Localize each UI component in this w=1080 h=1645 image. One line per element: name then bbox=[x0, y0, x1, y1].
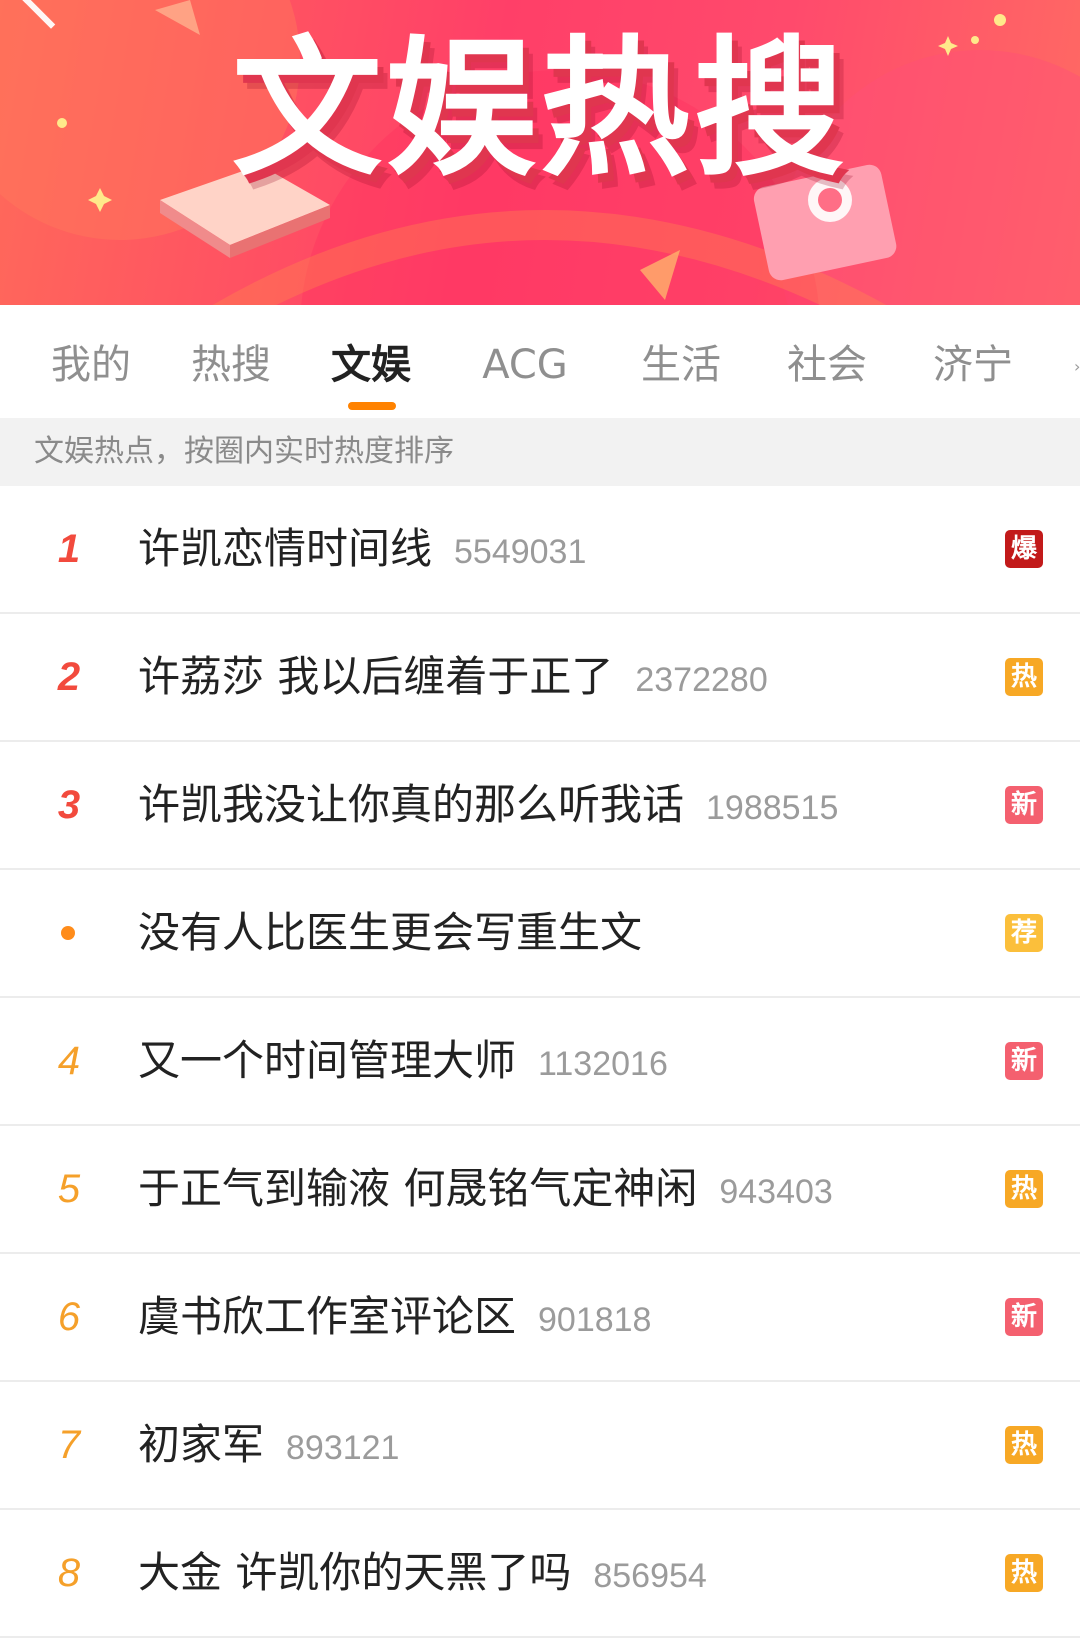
chevron-right-icon[interactable]: › bbox=[1074, 357, 1080, 376]
list-item[interactable]: 3 许凯我没让你真的那么听我话 1988515 新 bbox=[0, 742, 1080, 870]
item-heat-count: 856954 bbox=[593, 1557, 707, 1595]
rank-number: 3 bbox=[57, 783, 81, 827]
promoted-dot-icon bbox=[61, 926, 75, 940]
status-badge: 爆 bbox=[1005, 530, 1043, 568]
item-title[interactable]: 许凯恋情时间线 bbox=[138, 524, 432, 573]
rank-number: 7 bbox=[57, 1423, 81, 1467]
status-badge: 新 bbox=[1005, 786, 1043, 824]
item-heat-count: 943403 bbox=[719, 1173, 833, 1211]
rank-number: 5 bbox=[57, 1167, 81, 1211]
hot-search-list: 1 许凯恋情时间线 5549031 爆 2 许荔莎 我以后缠着于正了 2372280… bbox=[0, 486, 1080, 1638]
list-item[interactable]: 4 又一个时间管理大师 1132016 新 bbox=[0, 998, 1080, 1126]
item-title[interactable]: 初家军 bbox=[138, 1420, 264, 1469]
item-heat-count: 5549031 bbox=[454, 533, 587, 571]
rank-number: 6 bbox=[57, 1295, 81, 1339]
tab-life[interactable]: 生活 bbox=[640, 335, 722, 395]
item-title[interactable]: 大金 许凯你的天黑了吗 bbox=[138, 1548, 571, 1597]
tab-entertainment[interactable]: 文娱 bbox=[330, 335, 412, 395]
list-description: 文娱热点，按圈内实时热度排序 bbox=[0, 418, 1080, 486]
status-badge: 荐 bbox=[1005, 914, 1043, 952]
tab-mine[interactable]: 我的 bbox=[50, 335, 132, 395]
rank-number: 2 bbox=[57, 655, 81, 699]
rank-number: 4 bbox=[57, 1039, 81, 1083]
tab-hot-search[interactable]: 热搜 bbox=[190, 335, 272, 395]
status-badge: 新 bbox=[1005, 1298, 1043, 1336]
rank-number: 1 bbox=[57, 527, 81, 571]
item-title[interactable]: 没有人比医生更会写重生文 bbox=[138, 908, 642, 957]
status-badge: 热 bbox=[1005, 658, 1043, 696]
item-heat-count: 893121 bbox=[286, 1429, 400, 1467]
list-item[interactable]: 7 初家军 893121 热 bbox=[0, 1382, 1080, 1510]
list-item[interactable]: 6 虞书欣工作室评论区 901818 新 bbox=[0, 1254, 1080, 1382]
item-heat-count: 1988515 bbox=[706, 789, 839, 827]
list-item[interactable]: 5 于正气到输液 何晟铭气定神闲 943403 热 bbox=[0, 1126, 1080, 1254]
list-item[interactable]: 1 许凯恋情时间线 5549031 爆 bbox=[0, 486, 1080, 614]
item-title[interactable]: 于正气到输液 何晟铭气定神闲 bbox=[138, 1164, 697, 1213]
item-title[interactable]: 许凯我没让你真的那么听我话 bbox=[138, 780, 684, 829]
active-tab-indicator bbox=[348, 402, 396, 410]
status-badge: 热 bbox=[1005, 1426, 1043, 1464]
banner: 文娱热搜 bbox=[0, 0, 1080, 305]
tab-society[interactable]: 社会 bbox=[786, 335, 868, 395]
list-item[interactable]: 没有人比医生更会写重生文 荐 bbox=[0, 870, 1080, 998]
tab-acg[interactable]: ACG bbox=[470, 335, 580, 395]
item-heat-count: 901818 bbox=[538, 1301, 652, 1339]
list-item[interactable]: 8 大金 许凯你的天黑了吗 856954 热 bbox=[0, 1510, 1080, 1638]
item-heat-count: 1132016 bbox=[538, 1045, 668, 1083]
status-badge: 热 bbox=[1005, 1170, 1043, 1208]
item-heat-count: 2372280 bbox=[635, 661, 768, 699]
item-title[interactable]: 又一个时间管理大师 bbox=[138, 1036, 516, 1085]
list-description-text: 文娱热点，按圈内实时热度排序 bbox=[34, 434, 454, 469]
rank-number: 8 bbox=[57, 1551, 81, 1595]
tab-jining[interactable]: 济宁 bbox=[932, 335, 1014, 395]
item-title[interactable]: 许荔莎 我以后缠着于正了 bbox=[138, 652, 613, 701]
item-title[interactable]: 虞书欣工作室评论区 bbox=[138, 1292, 516, 1341]
status-badge: 热 bbox=[1005, 1554, 1043, 1592]
category-tabs: 我的 热搜 文娱 ACG 生活 社会 济宁 › bbox=[0, 305, 1080, 418]
status-badge: 新 bbox=[1005, 1042, 1043, 1080]
list-item[interactable]: 2 许荔莎 我以后缠着于正了 2372280 热 bbox=[0, 614, 1080, 742]
banner-title: 文娱热搜 bbox=[231, 23, 848, 197]
